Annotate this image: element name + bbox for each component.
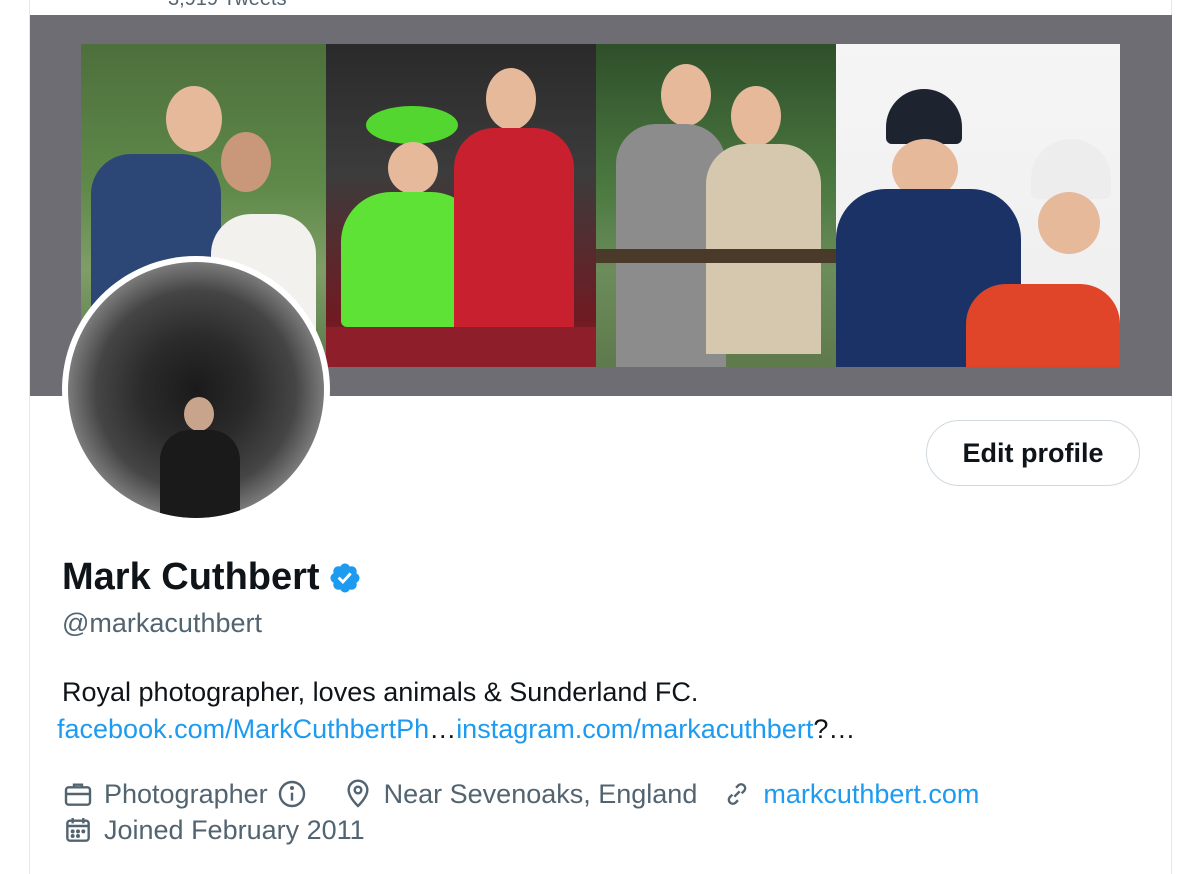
profile-bio: Royal photographer, loves animals & Sund… (62, 677, 699, 707)
profile-meta-row: Photographer Near Sevenoaks, England mar… (62, 774, 979, 814)
joined-row: Joined February 2011 (62, 810, 365, 850)
avatar-photo (68, 262, 324, 518)
instagram-link-ellipsis: ?… (813, 714, 856, 744)
location-text: Near Sevenoaks, England (383, 778, 698, 809)
website-link[interactable]: markcuthbert.com (763, 779, 979, 810)
info-icon[interactable] (276, 778, 308, 810)
profile-avatar[interactable] (62, 256, 330, 524)
edit-profile-button[interactable]: Edit profile (926, 420, 1140, 486)
bio-links: facebook.com/MarkCuthbertPh…instagram.co… (57, 714, 855, 745)
banner-photo-2 (326, 44, 596, 367)
profile-name-row: Mark Cuthbert (62, 556, 362, 599)
facebook-link-ellipsis: … (429, 714, 457, 744)
banner-photo-3 (596, 44, 836, 367)
joined-text: Joined February 2011 (104, 814, 365, 845)
calendar-icon (62, 814, 94, 846)
verified-badge-icon (328, 561, 362, 595)
profile-handle: @markacuthbert (62, 608, 262, 638)
display-name: Mark Cuthbert (62, 556, 320, 598)
facebook-link[interactable]: facebook.com/MarkCuthbertPh (57, 714, 429, 744)
instagram-link[interactable]: instagram.com/markacuthbert (456, 714, 813, 744)
banner-photo-4 (836, 44, 1120, 367)
link-icon (721, 778, 753, 810)
briefcase-icon (62, 778, 94, 810)
profession-text: Photographer (104, 778, 268, 809)
tweet-count: 3,919 Tweets (168, 0, 287, 11)
location-pin-icon (342, 778, 374, 810)
